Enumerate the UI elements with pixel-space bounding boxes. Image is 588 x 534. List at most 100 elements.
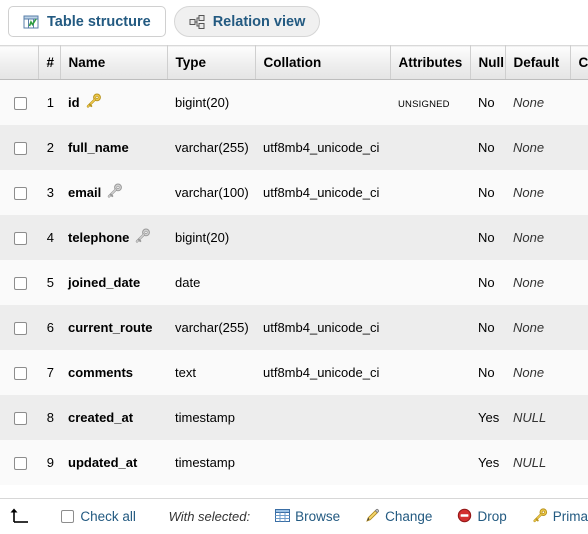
header-null[interactable]: Null — [470, 45, 506, 80]
check-all-label[interactable]: Check all — [80, 509, 136, 524]
table-row: 4 telephone bigint(20) No None — [0, 214, 588, 260]
row-checkbox-cell — [0, 349, 38, 395]
browse-action[interactable]: Browse — [275, 508, 340, 526]
row-number: 7 — [38, 349, 60, 395]
row-number: 2 — [38, 124, 60, 170]
row-extra — [570, 349, 588, 395]
header-attributes[interactable]: Attributes — [390, 45, 471, 80]
drop-label: Drop — [477, 509, 507, 524]
row-collation: utf8mb4_unicode_ci — [255, 124, 390, 170]
row-default: None — [505, 259, 570, 305]
drop-action[interactable]: Drop — [457, 508, 507, 526]
row-checkbox[interactable] — [13, 456, 27, 470]
row-number: 1 — [38, 79, 60, 125]
row-column-name: telephone — [60, 214, 167, 260]
row-extra — [570, 439, 588, 485]
row-collation: utf8mb4_unicode_ci — [255, 169, 390, 215]
tab-relation-view[interactable]: Relation view — [173, 6, 321, 37]
row-attributes — [390, 169, 470, 215]
table-row: 2 full_name varchar(255) utf8mb4_unicode_ci… — [0, 124, 588, 170]
header-default[interactable]: Default — [505, 45, 571, 80]
tab-table-structure[interactable]: Table structure — [8, 6, 166, 37]
row-default: None — [505, 349, 570, 395]
row-column-name: comments — [60, 349, 167, 395]
row-attributes — [390, 349, 470, 395]
row-column-name: full_name — [60, 124, 167, 170]
row-type: text — [167, 349, 255, 395]
row-checkbox[interactable] — [13, 411, 27, 425]
row-type: bigint(20) — [167, 214, 255, 260]
row-collation: utf8mb4_unicode_ci — [255, 349, 390, 395]
unique-key-icon — [134, 228, 151, 247]
table-row: 3 email varchar(100) utf8mb4_unicode_ci No No… — [0, 169, 588, 215]
row-attributes: UNSIGNED — [390, 79, 470, 125]
row-collation — [255, 214, 390, 260]
row-default: NULL — [505, 439, 570, 485]
row-extra — [570, 169, 588, 215]
table-body: 1 id bigint(20) UNSIGNED No None 2 full_name var… — [0, 79, 588, 485]
row-number: 3 — [38, 169, 60, 215]
row-null: No — [470, 304, 505, 350]
check-all-checkbox[interactable] — [61, 510, 74, 523]
row-attributes — [390, 214, 470, 260]
row-extra — [570, 214, 588, 260]
header-collation[interactable]: Collation — [255, 45, 391, 80]
row-checkbox-cell — [0, 259, 38, 305]
row-checkbox-cell — [0, 169, 38, 215]
row-checkbox[interactable] — [13, 321, 27, 335]
row-null: No — [470, 349, 505, 395]
row-checkbox[interactable] — [13, 366, 27, 380]
table-row: 1 id bigint(20) UNSIGNED No None — [0, 79, 588, 125]
row-checkbox[interactable] — [13, 231, 27, 245]
row-default: None — [505, 214, 570, 260]
select-all-arrow-icon[interactable] — [8, 505, 36, 528]
row-type: bigint(20) — [167, 79, 255, 125]
row-extra — [570, 79, 588, 125]
row-checkbox[interactable] — [13, 141, 27, 155]
row-extra — [570, 124, 588, 170]
row-attributes — [390, 124, 470, 170]
row-null: Yes — [470, 394, 505, 440]
row-extra — [570, 394, 588, 440]
row-default: None — [505, 169, 570, 215]
row-attributes — [390, 259, 470, 305]
tab-label: Table structure — [47, 13, 151, 30]
row-checkbox-cell — [0, 124, 38, 170]
header-type[interactable]: Type — [167, 45, 256, 80]
row-checkbox[interactable] — [13, 96, 27, 110]
row-null: No — [470, 259, 505, 305]
row-number: 5 — [38, 259, 60, 305]
header-checkbox — [0, 45, 39, 80]
row-number: 8 — [38, 394, 60, 440]
pencil-icon — [365, 508, 380, 526]
table-row: 6 current_route varchar(255) utf8mb4_unicod… — [0, 304, 588, 350]
change-action[interactable]: Change — [365, 508, 432, 526]
unique-key-icon — [106, 183, 123, 202]
row-collation: utf8mb4_unicode_ci — [255, 304, 390, 350]
row-number: 4 — [38, 214, 60, 260]
row-default: None — [505, 79, 570, 125]
action-bar: Check all With selected: Browse Change D… — [0, 498, 588, 534]
header-number[interactable]: # — [38, 45, 61, 80]
row-column-name: current_route — [60, 304, 167, 350]
row-checkbox-cell — [0, 304, 38, 350]
row-checkbox[interactable] — [13, 276, 27, 290]
primary-action[interactable]: Prima — [532, 507, 588, 526]
row-number: 6 — [38, 304, 60, 350]
row-type: varchar(100) — [167, 169, 255, 215]
row-number: 9 — [38, 439, 60, 485]
row-checkbox[interactable] — [13, 186, 27, 200]
row-attributes — [390, 439, 470, 485]
table-row: 9 updated_at timestamp Yes NULL — [0, 439, 588, 485]
row-type: varchar(255) — [167, 124, 255, 170]
row-null: Yes — [470, 439, 505, 485]
row-collation — [255, 439, 390, 485]
header-comments[interactable]: C — [570, 45, 588, 80]
row-null: No — [470, 79, 505, 125]
change-label: Change — [385, 509, 433, 524]
row-column-name: created_at — [60, 394, 167, 440]
row-column-name: id — [60, 79, 167, 125]
row-attributes — [390, 304, 470, 350]
header-name[interactable]: Name — [60, 45, 168, 80]
row-default: NULL — [505, 394, 570, 440]
